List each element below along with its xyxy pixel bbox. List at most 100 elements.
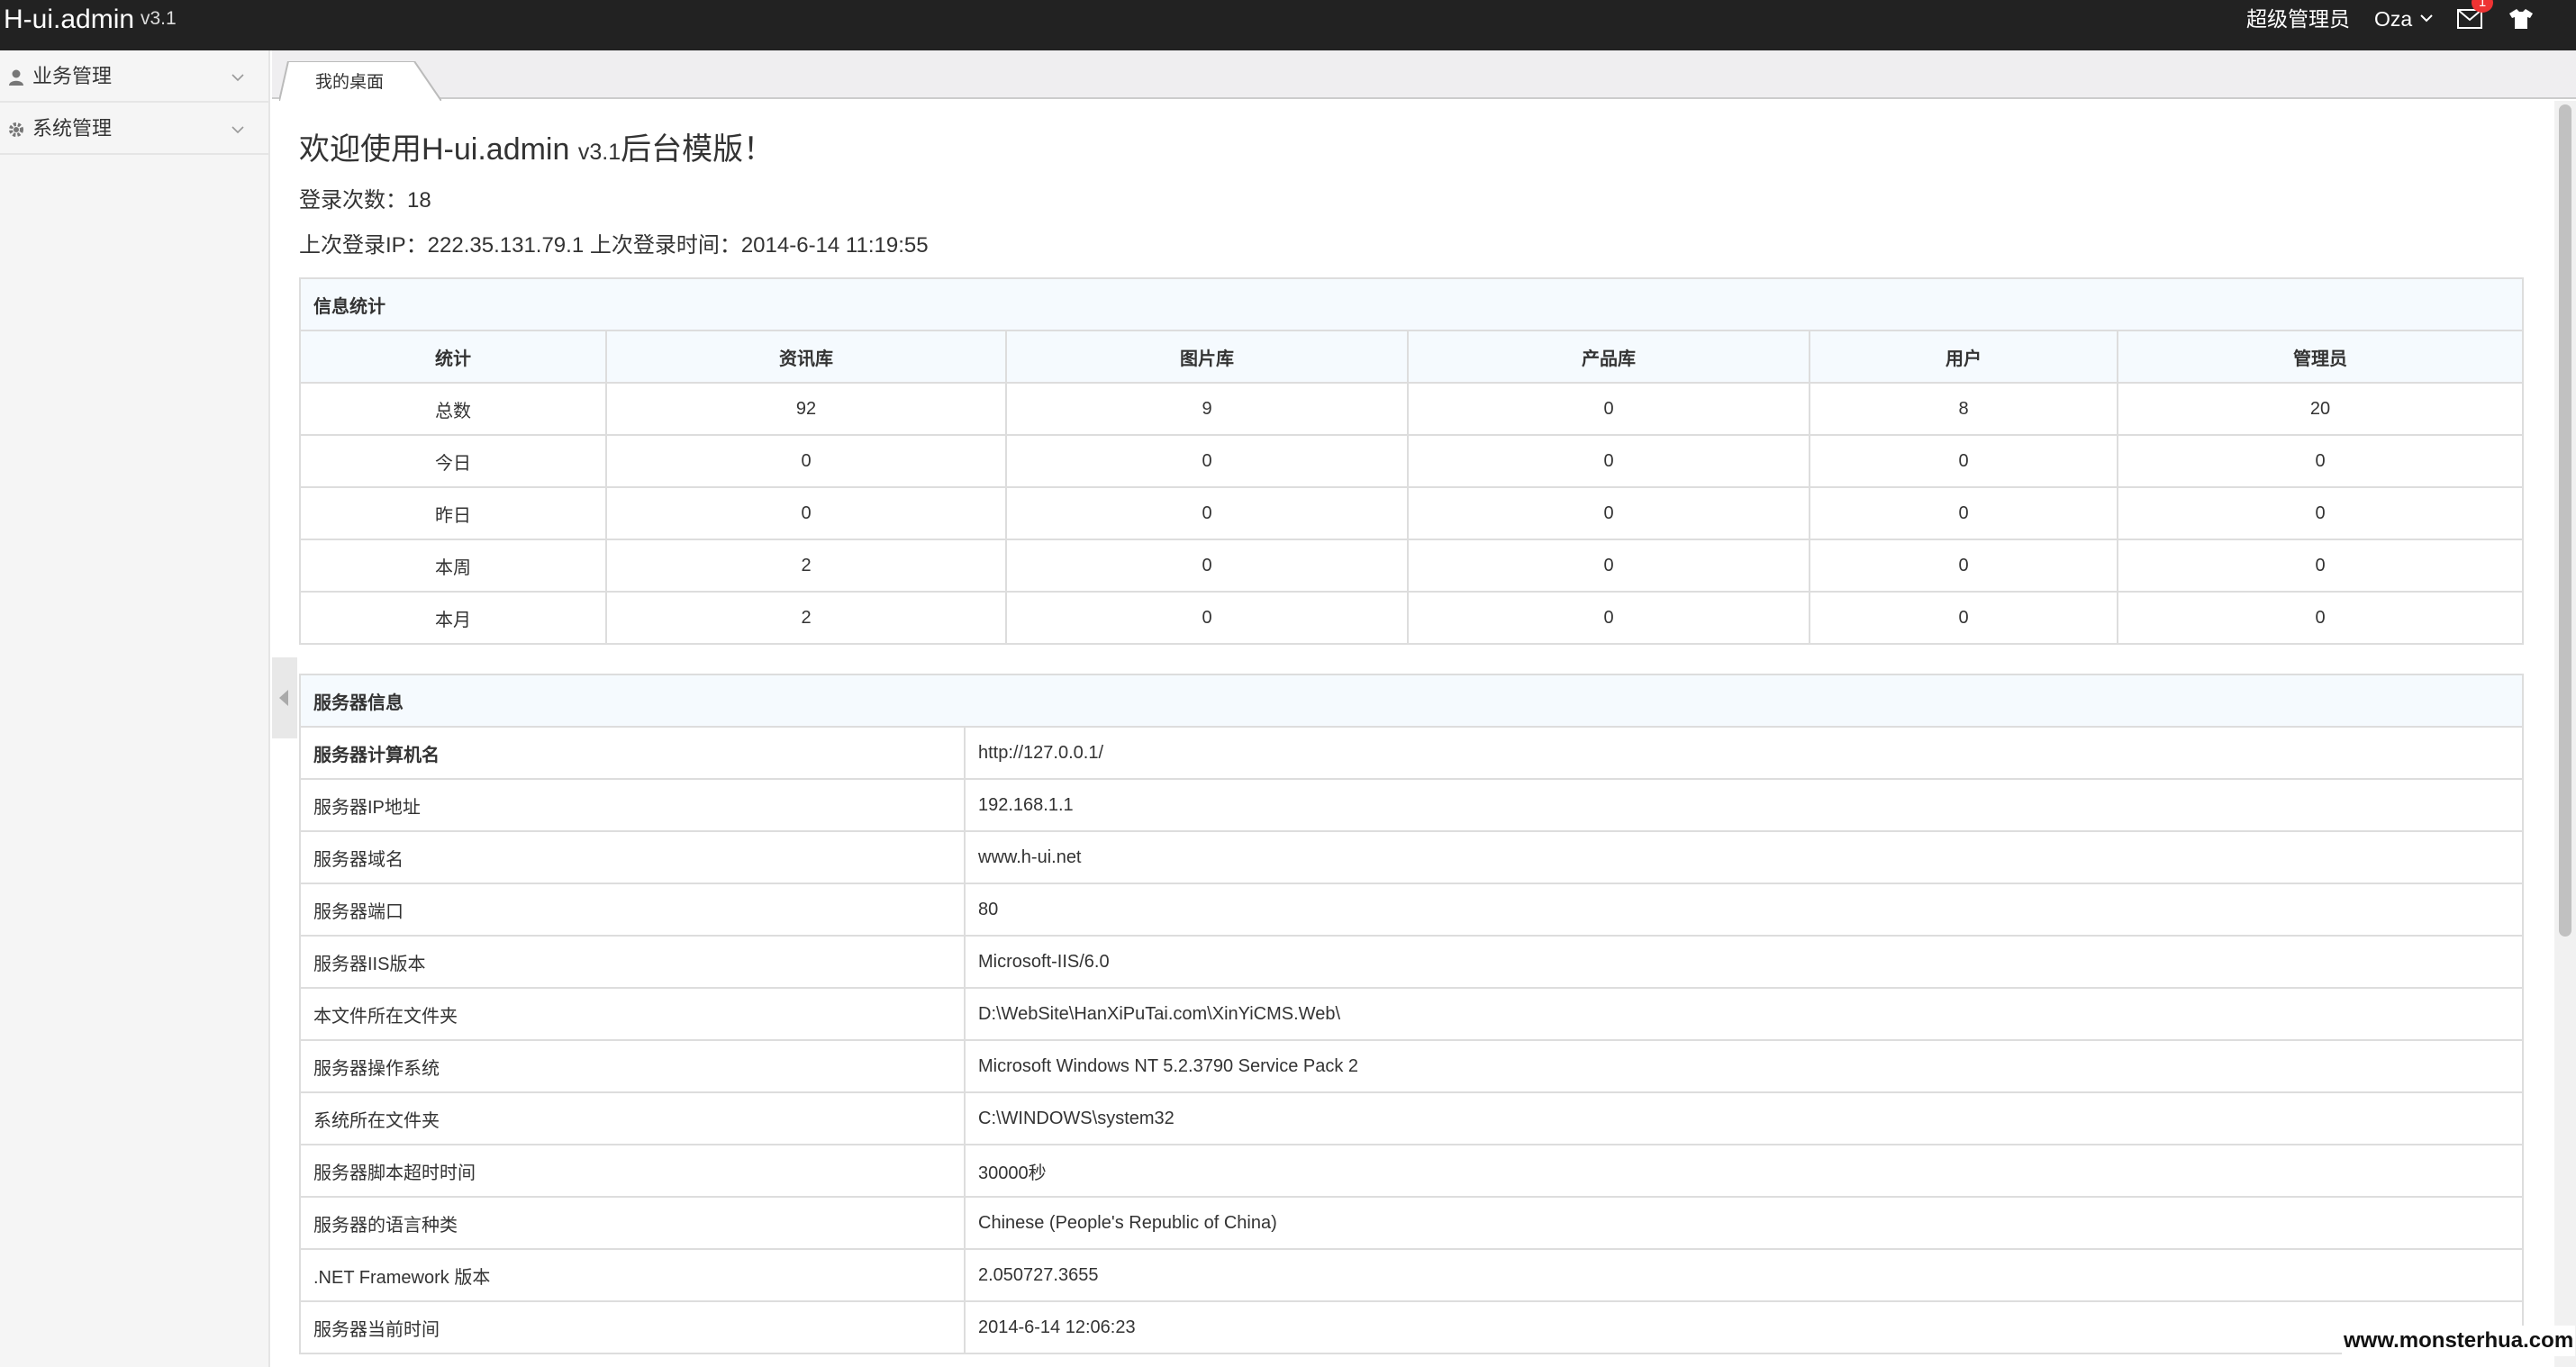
table-row: 服务器当前时间 2014-6-14 12:06:23	[299, 1300, 2524, 1354]
stats-caption: 信息统计	[299, 277, 2524, 331]
table-cell: 本周	[299, 539, 607, 593]
table-row: 本周 2 0 0 0 0	[299, 539, 2524, 593]
title-prefix: 欢迎使用H-ui.admin	[299, 132, 578, 167]
server-info-value: 2014-6-14 12:06:23	[964, 1300, 2524, 1354]
table-header-cell: 产品库	[1407, 330, 1810, 384]
server-info-value: http://127.0.0.1/	[964, 726, 2524, 780]
sidebar-item-label: 系统管理	[32, 117, 113, 140]
chevron-down-icon[interactable]	[2417, 9, 2435, 27]
watermark-text: www.monsterhua.com	[2342, 1326, 2576, 1356]
scrollbar-thumb[interactable]	[2559, 104, 2571, 937]
table-header-cell: 统计	[299, 330, 607, 384]
server-info-table: 服务器信息 服务器计算机名 http://127.0.0.1/服务器IP地址 192…	[299, 674, 2524, 1354]
table-cell: 0	[1809, 591, 2118, 645]
sidebar-collapse-toggle[interactable]	[272, 657, 297, 738]
table-header-cell: 用户	[1809, 330, 2118, 384]
table-row: 今日 0 0 0 0 0	[299, 434, 2524, 488]
server-info-value: 2.050727.3655	[964, 1248, 2524, 1302]
stats-table: 信息统计 统计 资讯库 图片库 产品库 用户 管理员 总数 92 9 0 8 20 今日 0 0 0 0 0 昨日…	[299, 277, 2524, 645]
server-info-value: D:\WebSite\HanXiPuTai.com\XinYiCMS.Web\	[964, 987, 2524, 1041]
chevron-down-icon	[231, 126, 244, 134]
server-info-value: Microsoft Windows NT 5.2.3790 Service Pa…	[964, 1039, 2524, 1093]
table-cell: 本月	[299, 591, 607, 645]
table-header-cell: 图片库	[1005, 330, 1409, 384]
table-cell: 2	[605, 539, 1007, 593]
table-cell: 9	[1005, 382, 1409, 436]
app-version: v3.1	[141, 8, 177, 29]
gear-icon	[9, 122, 23, 137]
table-cell: 0	[1809, 539, 2118, 593]
server-info-value: Microsoft-IIS/6.0	[964, 935, 2524, 989]
table-cell: 0	[1407, 434, 1810, 488]
table-cell: 0	[1005, 486, 1409, 540]
tab-bar: 我的桌面	[272, 50, 2576, 101]
table-cell: 0	[1407, 539, 1810, 593]
table-cell: 0	[1809, 486, 2118, 540]
tab-label: 我的桌面	[315, 73, 385, 92]
server-caption: 服务器信息	[299, 674, 2524, 728]
user-role: 超级管理员	[2246, 7, 2350, 31]
server-info-value: C:\WINDOWS\system32	[964, 1091, 2524, 1145]
table-cell: 0	[1005, 539, 1409, 593]
server-info-key: 服务器端口	[299, 883, 966, 937]
user-icon	[9, 69, 23, 86]
server-info-key: 服务器的语言种类	[299, 1196, 966, 1250]
title-suffix: 后台模版！	[621, 132, 775, 167]
app-logo[interactable]: H-ui.admin	[4, 2, 134, 38]
server-info-value: www.h-ui.net	[964, 830, 2524, 884]
page-title: 欢迎使用H-ui.admin v3.1后台模版！	[299, 130, 774, 172]
table-cell: 0	[2117, 434, 2524, 488]
server-info-key: 服务器当前时间	[299, 1300, 966, 1354]
table-cell: 8	[1809, 382, 2118, 436]
table-row: 总数 92 9 0 8 20	[299, 382, 2524, 436]
user-menu-toggle[interactable]: Oza	[2374, 5, 2412, 32]
table-row: 服务器的语言种类 Chinese (People's Republic of Ch…	[299, 1196, 2524, 1250]
table-cell: 0	[1005, 434, 1409, 488]
table-cell: 0	[2117, 591, 2524, 645]
top-navbar: H-ui.admin v3.1 超级管理员 Oza 1	[0, 0, 2576, 50]
server-info-key: .NET Framework 版本	[299, 1248, 966, 1302]
table-cell: 今日	[299, 434, 607, 488]
table-row: 服务器域名 www.h-ui.net	[299, 830, 2524, 884]
sidebar-item-business[interactable]: 业务管理	[0, 50, 268, 103]
sidebar: 业务管理 系统管理	[0, 50, 270, 1367]
table-cell: 20	[2117, 382, 2524, 436]
table-row: 服务器计算机名 http://127.0.0.1/	[299, 726, 2524, 780]
table-row: 服务器IIS版本 Microsoft-IIS/6.0	[299, 935, 2524, 989]
table-row: 服务器操作系统 Microsoft Windows NT 5.2.3790 Ser…	[299, 1039, 2524, 1093]
server-info-key: 系统所在文件夹	[299, 1091, 966, 1145]
server-info-value: 192.168.1.1	[964, 778, 2524, 832]
table-cell: 0	[605, 434, 1007, 488]
table-cell: 0	[1407, 382, 1810, 436]
title-version: v3.1	[577, 140, 621, 165]
table-row: 本文件所在文件夹 D:\WebSite\HanXiPuTai.com\XinYiC…	[299, 987, 2524, 1041]
table-cell: 2	[605, 591, 1007, 645]
last-login-info: 上次登录IP：222.35.131.79.1 上次登录时间：2014-6-14 …	[299, 233, 929, 258]
table-row: 系统所在文件夹 C:\WINDOWS\system32	[299, 1091, 2524, 1145]
server-info-value: 30000秒	[964, 1144, 2524, 1198]
table-cell: 92	[605, 382, 1007, 436]
table-cell: 昨日	[299, 486, 607, 540]
table-row: 昨日 0 0 0 0 0	[299, 486, 2524, 540]
table-row: 本月 2 0 0 0 0	[299, 591, 2524, 645]
table-cell: 0	[2117, 539, 2524, 593]
server-info-key: 服务器操作系统	[299, 1039, 966, 1093]
tab-my-desktop[interactable]: 我的桌面	[279, 61, 441, 101]
server-info-key: 本文件所在文件夹	[299, 987, 966, 1041]
server-info-key: 服务器IP地址	[299, 778, 966, 832]
table-header-cell: 资讯库	[605, 330, 1007, 384]
table-row: .NET Framework 版本 2.050727.3655	[299, 1248, 2524, 1302]
caret-left-icon	[279, 690, 288, 706]
chevron-down-icon	[231, 74, 244, 82]
sidebar-item-system[interactable]: 系统管理	[0, 103, 268, 155]
table-cell: 0	[1005, 591, 1409, 645]
server-info-value: 80	[964, 883, 2524, 937]
server-info-key: 服务器脚本超时时间	[299, 1144, 966, 1198]
table-header-cell: 管理员	[2117, 330, 2524, 384]
table-row: 服务器端口 80	[299, 883, 2524, 937]
login-count: 登录次数：18	[299, 188, 431, 213]
shirt-icon[interactable]	[2508, 7, 2535, 31]
table-cell: 0	[605, 486, 1007, 540]
server-info-value: Chinese (People's Republic of China)	[964, 1196, 2524, 1250]
server-info-key: 服务器IIS版本	[299, 935, 966, 989]
